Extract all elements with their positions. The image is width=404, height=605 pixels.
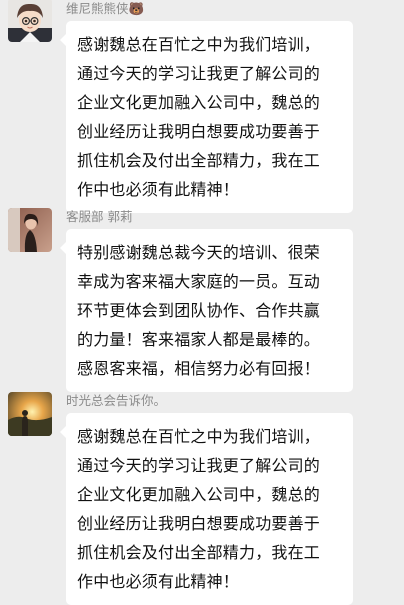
message-line: 企业文化更加融入公司中，魏总的 bbox=[77, 93, 321, 112]
message-line: 创业经历让我明白想要成功要善于 bbox=[77, 514, 321, 533]
message-line: 感恩客来福，相信努力必有回报！ bbox=[77, 359, 321, 378]
message-bubble[interactable]: 特别感谢魏总裁今天的培训、很荣 幸成为客来福大家庭的一员。互动 环节更体会到团队… bbox=[60, 229, 353, 392]
message-line: 的力量！客来福家人都是最棒的。 bbox=[77, 330, 321, 349]
message-line: 感谢魏总在百忙之中为我们培训， bbox=[77, 35, 321, 54]
message-line: 感谢魏总在百忙之中为我们培训， bbox=[77, 427, 321, 446]
message-line: 环节更体会到团队协作、合作共赢 bbox=[77, 301, 321, 320]
person-photo-avatar[interactable] bbox=[8, 208, 52, 252]
message-line: 作中也必须有此精神！ bbox=[77, 180, 240, 199]
message-line: 企业文化更加融入公司中，魏总的 bbox=[77, 485, 321, 504]
message-bubble[interactable]: 感谢魏总在百忙之中为我们培训， 通过今天的学习让我更了解公司的 企业文化更加融入… bbox=[60, 21, 353, 213]
message-line: 作中也必须有此精神！ bbox=[77, 572, 240, 591]
message-bubble[interactable]: 感谢魏总在百忙之中为我们培训， 通过今天的学习让我更了解公司的 企业文化更加融入… bbox=[60, 413, 353, 605]
message-line: 抓住机会及付出全部精力，我在工 bbox=[77, 543, 321, 562]
message-line: 幸成为客来福大家庭的一员。互动 bbox=[77, 272, 321, 291]
sender-name: 客服部 郭莉 bbox=[66, 209, 133, 224]
message-line: 通过今天的学习让我更了解公司的 bbox=[77, 456, 321, 475]
message-line: 抓住机会及付出全部精力，我在工 bbox=[77, 151, 321, 170]
sender-name: 时光总会告诉你。 bbox=[66, 393, 167, 408]
sender-name: 维尼熊熊侠🐻 bbox=[66, 1, 145, 16]
message-line: 创业经历让我明白想要成功要善于 bbox=[77, 122, 321, 141]
cartoon-boy-avatar[interactable] bbox=[8, 0, 52, 42]
message-line: 通过今天的学习让我更了解公司的 bbox=[77, 64, 321, 83]
message-line: 特别感谢魏总裁今天的培训、很荣 bbox=[77, 243, 321, 262]
sunset-photo-avatar[interactable] bbox=[8, 392, 52, 436]
